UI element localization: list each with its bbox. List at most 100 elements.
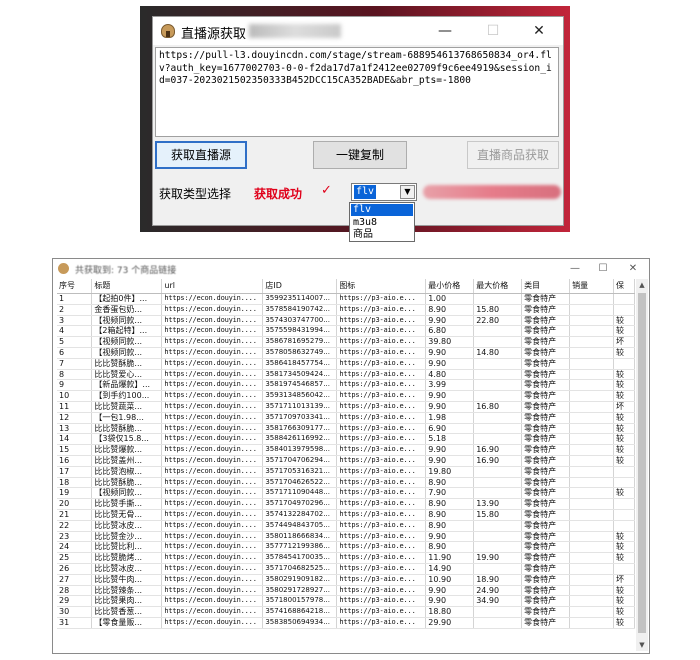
table-row[interactable]: 11 比比赞蔬菜... https://econ.douyin.... 3571711… [57,401,635,413]
table-cell: 较 [613,444,635,456]
column-header[interactable]: 销量 [569,279,614,294]
option-m3u8[interactable]: m3u8 [351,217,413,229]
table-cell: https://p3-aio.e... [336,520,427,532]
table-row[interactable]: 20 比比赞手撕... https://econ.douyin.... 3571704… [57,498,635,510]
table-cell: 23 [57,531,93,543]
table-row[interactable]: 10 【到手约100... https://econ.douyin.... 35931… [57,390,635,402]
close-button[interactable]: ✕ [623,261,643,277]
stream-url-textarea[interactable]: https://pull-l3.douyincdn.com/stage/stre… [155,47,559,137]
table-cell: 【新品爆款】... [91,379,163,392]
scroll-down-icon[interactable]: ▼ [636,639,648,651]
table-cell: 5 [57,336,93,348]
table-row[interactable]: 17 比比赞泡椒... https://econ.douyin.... 3571705… [57,466,635,478]
column-header[interactable]: 店ID [262,279,338,294]
table-row[interactable]: 12 【一包1.98... https://econ.douyin.... 35717… [57,412,635,424]
maximize-button[interactable]: ☐ [593,261,613,277]
table-cell: 1.00 [425,293,475,305]
copy-button[interactable]: 一键复制 [313,141,407,169]
table-cell: 金香蛋包奶... [91,304,163,316]
table-row[interactable]: 31 【零食量贩... https://econ.douyin.... 3583850… [57,617,635,629]
table-cell: 零食特产 [521,347,571,359]
table-cell: https://econ.douyin.... [161,379,264,392]
table-row[interactable]: 15 比比赞爆款... https://econ.douyin.... 3584013… [57,444,635,456]
table-row[interactable]: 9 【新品爆款】... https://econ.douyin.... 3581974… [57,379,635,392]
maximize-button[interactable]: ☐ [473,17,513,45]
table-cell: 3581766309177... [262,423,338,435]
table-cell: 3578058632749... [262,347,338,359]
goods-table-container: 序号 标题 url 店ID 图标 最小价格 最大价格 类目 销量保 1 【起拍0件】... http… [57,279,635,651]
option-flv[interactable]: flv [351,204,413,216]
table-row[interactable]: 1 【起拍0件】... https://econ.douyin.... 3599235… [57,293,635,305]
option-goods[interactable]: 商品 [351,229,413,241]
table-cell [569,595,614,608]
table-row[interactable]: 30 比比赞香葱... https://econ.douyin.... 3574168… [57,606,635,618]
table-cell: https://econ.douyin.... [161,336,264,348]
table-cell: 比比赞酥脆... [91,477,163,489]
table-row[interactable]: 14 【3袋仅15.8... https://econ.douyin.... 3588… [57,433,635,446]
table-row[interactable]: 16 比比赞盖州... https://econ.douyin.... 3571704… [57,455,635,467]
vertical-scrollbar[interactable]: ▲ ▼ [636,279,648,651]
chevron-down-icon[interactable]: ▼ [400,185,415,199]
table-row[interactable]: 24 比比赞比利... https://econ.douyin.... 3577712… [57,541,635,554]
get-live-goods-button[interactable]: 直播商品获取 [467,141,559,169]
column-header[interactable]: 保 [613,279,635,294]
table-row[interactable]: 22 比比赞冰皮... https://econ.douyin.... 3574494… [57,520,635,532]
fetch-type-select[interactable]: flv ▼ [351,183,417,201]
table-row[interactable]: 8 比比赞爱心... https://econ.douyin.... 35817345… [57,369,635,381]
table-row[interactable]: 19 【视频同款... https://econ.douyin.... 3571711… [57,487,635,500]
table-cell: 3574168864218... [262,606,338,618]
minimize-button[interactable]: — [425,17,465,45]
table-cell [569,574,614,586]
table-cell: 较 [613,585,635,597]
table-row[interactable]: 3 【视频同款... https://econ.douyin.... 35743037… [57,315,635,327]
scroll-up-icon[interactable]: ▲ [636,279,648,291]
column-header[interactable]: 图标 [336,279,427,294]
table-row[interactable]: 6 【视频同款... https://econ.douyin.... 35780586… [57,347,635,359]
table-row[interactable]: 4 【2箱起特】... https://econ.douyin.... 3575598… [57,325,635,338]
table-row[interactable]: 2 金香蛋包奶... https://econ.douyin.... 35785841… [57,304,635,316]
minimize-button[interactable]: — [565,261,585,277]
table-row[interactable]: 28 比比赞辣条... https://econ.douyin.... 3580291… [57,585,635,597]
column-header[interactable]: 序号 [57,279,93,294]
table-cell: https://econ.douyin.... [161,541,264,554]
table-row[interactable]: 26 比比赞冰皮... https://econ.douyin.... 3571704… [57,563,635,575]
table-row[interactable]: 5 【视频同款... https://econ.douyin.... 35867816… [57,336,635,348]
table-row[interactable]: 7 比比赞酥脆... https://econ.douyin.... 35864184… [57,358,635,370]
table-cell [569,606,614,618]
table-row[interactable]: 13 比比赞酥脆... https://econ.douyin.... 3581766… [57,423,635,435]
table-cell: 1.98 [425,412,475,424]
title-bar[interactable]: 直播源获取 — ☐ ✕ [153,17,563,45]
table-row[interactable]: 21 比比赞无骨... https://econ.douyin.... 3574132… [57,509,635,521]
table-cell: 8.90 [425,477,475,489]
table-cell: 16.90 [473,444,523,456]
table-cell: https://p3-aio.e... [336,585,427,597]
column-header[interactable]: 最大价格 [473,279,523,294]
table-cell: https://econ.douyin.... [161,531,264,543]
table-cell [569,315,614,327]
table-row[interactable]: 27 比比赞牛肉... https://econ.douyin.... 3580291… [57,574,635,586]
table-cell: https://p3-aio.e... [336,595,427,608]
table-cell: 29 [57,595,93,608]
table-row[interactable]: 25 比比赞脆烤... https://econ.douyin.... 3578454… [57,552,635,564]
table-cell: https://econ.douyin.... [161,498,264,510]
table-cell: 14 [57,433,93,446]
table-cell: 【零食量贩... [91,617,163,629]
column-header[interactable]: 最小价格 [425,279,475,294]
table-cell [569,541,614,554]
table-cell: 比比赞果肉... [91,595,163,608]
column-header[interactable]: url [161,279,264,294]
table-row[interactable]: 18 比比赞酥脆... https://econ.douyin.... 3571704… [57,477,635,489]
table-row[interactable]: 23 比比赞金沙... https://econ.douyin.... 3580118… [57,531,635,543]
table-row[interactable]: 29 比比赞果肉... https://econ.douyin.... 3571800… [57,595,635,608]
get-live-source-button[interactable]: 获取直播源 [155,141,247,169]
table-cell: 较 [613,433,635,446]
close-button[interactable]: ✕ [519,17,559,45]
table-cell: https://p3-aio.e... [336,336,427,348]
column-header[interactable]: 标题 [91,279,163,294]
scrollbar-thumb[interactable] [638,293,646,633]
column-header[interactable]: 类目 [521,279,571,294]
title-bar[interactable]: 共获取到: 73 个商品链接 — ☐ ✕ [53,259,649,279]
table-cell [569,487,614,500]
table-cell: 9.90 [425,315,475,327]
table-cell [613,293,635,305]
